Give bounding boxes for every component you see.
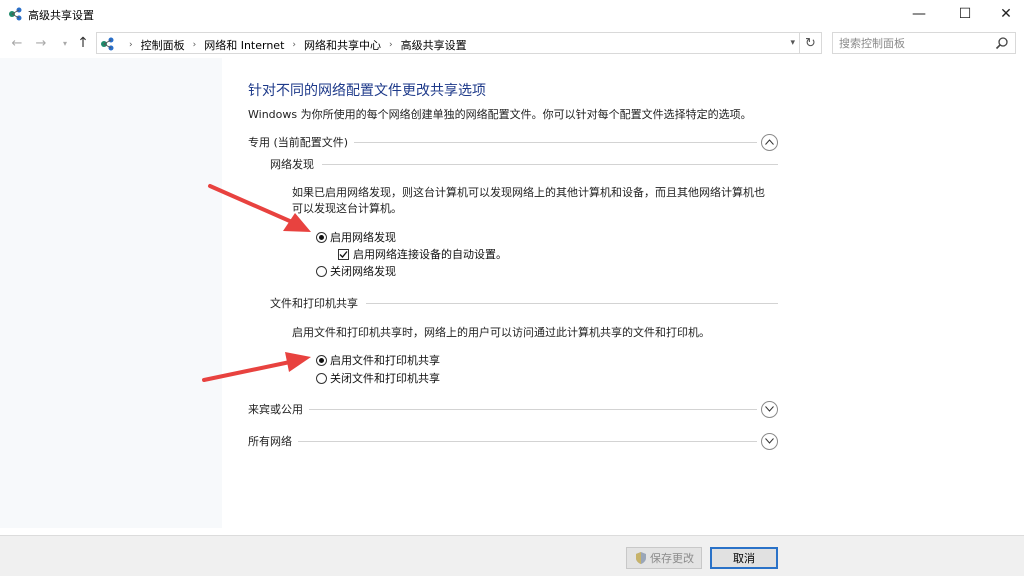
- radio-label[interactable]: 关闭网络发现: [330, 263, 396, 279]
- chevron-up-icon[interactable]: [761, 133, 778, 151]
- divider: [298, 440, 757, 442]
- section-private-label: 专用 (当前配置文件): [248, 136, 349, 149]
- radio-enable-network-discovery[interactable]: 启用网络发现: [316, 229, 396, 245]
- save-changes-label[interactable]: 保存更改: [650, 550, 694, 566]
- divider: [354, 141, 757, 143]
- breadcrumb: › 控制面板 › 网络和 Internet › 网络和共享中心 › 高级共享设置: [121, 37, 467, 53]
- breadcrumb-separator[interactable]: ›: [193, 40, 197, 50]
- file-printer-sharing-description: 启用文件和打印机共享时，网络上的用户可以访问通过此计算机共享的文件和打印机。: [292, 326, 710, 339]
- minimize-button[interactable]: —: [896, 0, 942, 28]
- network-discovery-description-line1: 如果已启用网络发现，则这台计算机可以发现网络上的其他计算机和设备，而且其他网络计…: [292, 186, 765, 199]
- network-icon: [9, 7, 22, 21]
- radio-unselected-icon[interactable]: [316, 265, 327, 277]
- navigation-bar: ← → ▾ ↑ › 控制面板 › 网络和 Internet › 网络和共享中心 …: [0, 28, 1024, 58]
- shield-icon: [636, 552, 646, 564]
- cancel-button[interactable]: 取消: [710, 547, 778, 569]
- up-button[interactable]: ↑: [74, 34, 92, 52]
- close-button[interactable]: ✕: [988, 0, 1024, 28]
- breadcrumb-separator[interactable]: ›: [292, 40, 296, 50]
- chevron-down-icon[interactable]: [761, 432, 778, 450]
- forward-button[interactable]: →: [32, 34, 50, 52]
- radio-selected-icon[interactable]: [316, 231, 327, 243]
- save-changes-button[interactable]: 保存更改: [626, 547, 702, 569]
- radio-disable-network-discovery[interactable]: 关闭网络发现: [316, 263, 396, 279]
- address-bar[interactable]: › 控制面板 › 网络和 Internet › 网络和共享中心 › 高级共享设置…: [96, 32, 800, 54]
- breadcrumb-network-internet[interactable]: 网络和 Internet: [204, 37, 284, 53]
- breadcrumb-control-panel[interactable]: 控制面板: [141, 37, 185, 53]
- section-all-networks-label: 所有网络: [248, 435, 292, 448]
- divider: [366, 302, 778, 304]
- page-description: Windows 为你所使用的每个网络创建单独的网络配置文件。你可以针对每个配置文…: [248, 108, 752, 121]
- network-discovery-heading: 网络发现: [270, 158, 314, 171]
- radio-unselected-icon[interactable]: [316, 372, 327, 384]
- section-guest-public-label: 来宾或公用: [248, 403, 303, 416]
- page-title: 针对不同的网络配置文件更改共享选项: [248, 83, 486, 99]
- section-all-networks-header[interactable]: 所有网络: [248, 431, 778, 451]
- section-private-header[interactable]: 专用 (当前配置文件): [248, 132, 778, 152]
- search-input[interactable]: [839, 33, 989, 53]
- divider: [309, 408, 757, 410]
- network-discovery-header: 网络发现: [270, 155, 778, 173]
- footer-bar: 保存更改 取消: [0, 535, 1024, 576]
- network-icon: [101, 37, 114, 51]
- network-discovery-description: 如果已启用网络发现，则这台计算机可以发现网络上的其他计算机和设备，而且其他网络计…: [292, 185, 765, 217]
- network-discovery-description-line2: 可以发现这台计算机。: [292, 202, 402, 215]
- search-box[interactable]: [832, 32, 1016, 54]
- maximize-button[interactable]: ☐: [942, 0, 988, 28]
- radio-label[interactable]: 关闭文件和打印机共享: [330, 370, 440, 386]
- checkbox-checked-icon[interactable]: [338, 248, 349, 260]
- breadcrumb-separator: ›: [129, 40, 133, 50]
- back-button[interactable]: ←: [8, 34, 26, 52]
- recent-locations-dropdown[interactable]: ▾: [56, 34, 74, 52]
- breadcrumb-network-sharing-center[interactable]: 网络和共享中心: [304, 37, 381, 53]
- search-icon[interactable]: [995, 36, 1009, 50]
- window-title: 高级共享设置: [28, 9, 94, 22]
- radio-enable-file-printer-sharing[interactable]: 启用文件和打印机共享: [316, 352, 440, 368]
- file-printer-sharing-heading: 文件和打印机共享: [270, 297, 358, 310]
- section-guest-public-header[interactable]: 来宾或公用: [248, 399, 778, 419]
- chevron-down-icon[interactable]: ▾: [790, 38, 795, 48]
- chevron-down-icon[interactable]: [761, 400, 778, 418]
- refresh-button[interactable]: ↻: [800, 32, 822, 54]
- breadcrumb-separator[interactable]: ›: [389, 40, 393, 50]
- divider: [322, 163, 778, 165]
- radio-label[interactable]: 启用文件和打印机共享: [330, 352, 440, 368]
- title-bar: 高级共享设置 — ☐ ✕: [0, 0, 1024, 28]
- checkbox-auto-setup[interactable]: 启用网络连接设备的自动设置。: [338, 246, 507, 262]
- radio-disable-file-printer-sharing[interactable]: 关闭文件和打印机共享: [316, 370, 440, 386]
- breadcrumb-advanced-sharing[interactable]: 高级共享设置: [401, 37, 467, 53]
- checkbox-label[interactable]: 启用网络连接设备的自动设置。: [353, 246, 507, 262]
- radio-selected-icon[interactable]: [316, 354, 327, 366]
- radio-label[interactable]: 启用网络发现: [330, 229, 396, 245]
- left-pane: [0, 58, 222, 528]
- file-printer-sharing-header: 文件和打印机共享: [270, 294, 778, 312]
